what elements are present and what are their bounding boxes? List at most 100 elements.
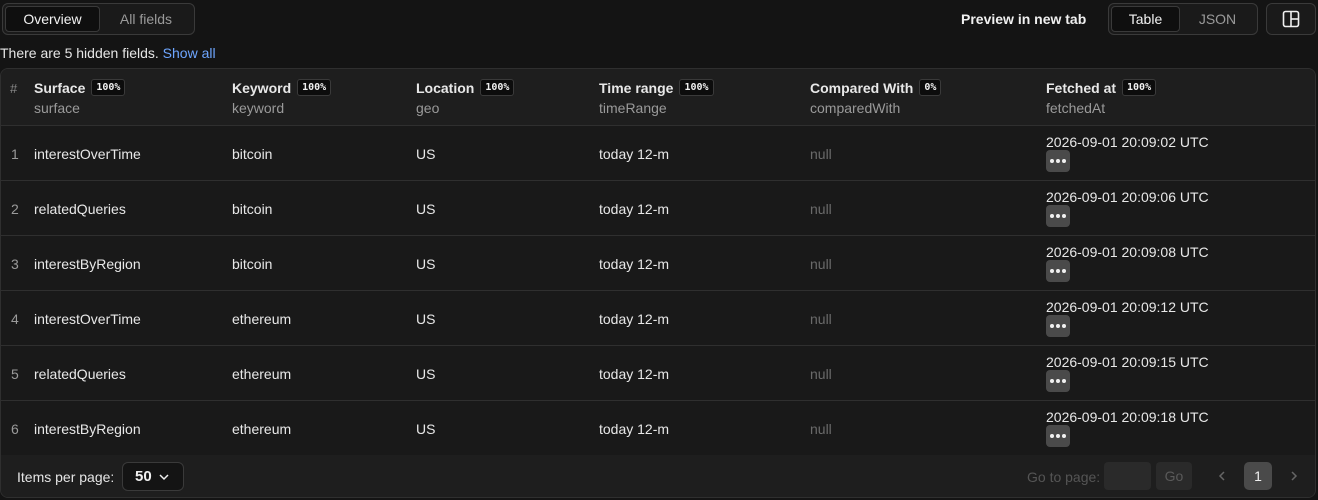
fill-badge: 100% — [1122, 79, 1157, 96]
more-button[interactable] — [1046, 260, 1070, 282]
location-cell: US — [416, 311, 436, 327]
row-number: 1 — [11, 146, 19, 162]
table-row[interactable]: 5 relatedQueries ethereum US today 12-m … — [1, 346, 1315, 401]
column-key: surface — [34, 100, 80, 116]
table-view-button[interactable]: Table — [1111, 6, 1180, 32]
fetched-at-cell: 2026-09-01 20:09:15 UTC — [1046, 354, 1209, 370]
table-row[interactable]: 2 relatedQueries bitcoin US today 12-m n… — [1, 181, 1315, 236]
keyword-cell: bitcoin — [232, 146, 273, 162]
preview-in-new-tab-link[interactable]: Preview in new tab — [961, 11, 1086, 27]
row-number: 6 — [11, 421, 19, 437]
column-header-compared-with[interactable]: Compared With 0% comparedWith — [810, 79, 942, 116]
location-cell: US — [416, 366, 436, 382]
table-row[interactable]: 4 interestOverTime ethereum US today 12-… — [1, 291, 1315, 346]
go-to-page-label: Go to page: — [1027, 469, 1101, 485]
chevron-right-icon — [1291, 471, 1298, 481]
chevron-down-icon — [159, 473, 169, 480]
fill-badge: 0% — [919, 79, 942, 96]
fetched-at-cell: 2026-09-01 20:09:12 UTC — [1046, 299, 1209, 315]
more-button[interactable] — [1046, 205, 1070, 227]
table-footer: Items per page: 50 Go to page: Go 1 — [1, 455, 1315, 497]
column-title: Time range — [599, 79, 674, 96]
hidden-fields-note: There are 5 hidden fields. Show all — [0, 45, 216, 61]
time-range-cell: today 12-m — [599, 311, 670, 327]
location-cell: US — [416, 146, 436, 162]
keyword-cell: ethereum — [232, 366, 292, 382]
fill-badge: 100% — [297, 79, 332, 96]
surface-cell: interestOverTime — [34, 146, 141, 162]
keyword-cell: ethereum — [232, 421, 292, 437]
more-horizontal-icon — [1050, 324, 1066, 328]
compared-with-cell: null — [810, 256, 832, 272]
results-table: # Surface 100% surface Keyword 100% keywor… — [0, 68, 1316, 498]
surface-cell: relatedQueries — [34, 366, 126, 382]
fetched-at-cell: 2026-09-01 20:09:18 UTC — [1046, 409, 1209, 425]
more-button[interactable] — [1046, 370, 1070, 392]
time-range-cell: today 12-m — [599, 256, 670, 272]
items-per-page-select[interactable]: 50 — [122, 462, 184, 491]
view-tabs: Overview All fields — [2, 3, 195, 35]
column-title: Compared With — [810, 79, 914, 96]
show-all-link[interactable]: Show all — [163, 45, 216, 61]
time-range-cell: today 12-m — [599, 366, 670, 382]
surface-cell: relatedQueries — [34, 201, 126, 217]
compared-with-cell: null — [810, 311, 832, 327]
items-per-page-label: Items per page: — [17, 469, 115, 485]
go-to-page-input[interactable] — [1104, 462, 1151, 490]
items-per-page-value: 50 — [135, 468, 152, 485]
fetched-at-cell: 2026-09-01 20:09:02 UTC — [1046, 134, 1209, 150]
column-header-time-range[interactable]: Time range 100% timeRange — [599, 79, 714, 116]
location-cell: US — [416, 201, 436, 217]
location-cell: US — [416, 421, 436, 437]
keyword-cell: bitcoin — [232, 201, 273, 217]
column-key: fetchedAt — [1046, 100, 1106, 116]
compared-with-cell: null — [810, 421, 832, 437]
more-button[interactable] — [1046, 315, 1070, 337]
row-number-header: # — [10, 81, 18, 96]
keyword-cell: ethereum — [232, 311, 292, 327]
table-row[interactable]: 6 interestByRegion ethereum US today 12-… — [1, 401, 1315, 456]
more-button[interactable] — [1046, 425, 1070, 447]
fetched-at-cell: 2026-09-01 20:09:06 UTC — [1046, 189, 1209, 205]
toolbar: Overview All fields Preview in new tab T… — [0, 0, 1318, 40]
table-row[interactable]: 1 interestOverTime bitcoin US today 12-m… — [1, 126, 1315, 181]
compared-with-cell: null — [810, 201, 832, 217]
time-range-cell: today 12-m — [599, 421, 670, 437]
column-key: geo — [416, 100, 440, 116]
tab-all-fields[interactable]: All fields — [100, 6, 192, 32]
row-number: 4 — [11, 311, 19, 327]
json-view-button[interactable]: JSON — [1180, 6, 1255, 32]
table-header: # Surface 100% surface Keyword 100% keywor… — [1, 69, 1315, 126]
column-header-location[interactable]: Location 100% geo — [416, 79, 515, 116]
chevron-left-icon — [1218, 471, 1225, 481]
surface-cell: interestByRegion — [34, 256, 141, 272]
more-button[interactable] — [1046, 150, 1070, 172]
next-page-button[interactable] — [1284, 465, 1304, 487]
more-horizontal-icon — [1050, 379, 1066, 383]
more-horizontal-icon — [1050, 159, 1066, 163]
column-key: timeRange — [599, 100, 667, 116]
fill-badge: 100% — [480, 79, 515, 96]
column-key: keyword — [232, 100, 285, 116]
column-title: Keyword — [232, 79, 292, 96]
location-cell: US — [416, 256, 436, 272]
table-row[interactable]: 3 interestByRegion bitcoin US today 12-m… — [1, 236, 1315, 291]
layout-toggle-button[interactable] — [1266, 3, 1316, 35]
surface-cell: interestByRegion — [34, 421, 141, 437]
tab-overview[interactable]: Overview — [5, 6, 100, 32]
format-toggle: Table JSON — [1108, 3, 1258, 35]
prev-page-button[interactable] — [1212, 465, 1232, 487]
column-header-fetched-at[interactable]: Fetched at 100% fetchedAt — [1046, 79, 1157, 116]
more-horizontal-icon — [1050, 269, 1066, 273]
layout-panels-icon — [1282, 10, 1300, 28]
column-key: comparedWith — [810, 100, 901, 116]
row-number: 3 — [11, 256, 19, 272]
go-button[interactable]: Go — [1156, 462, 1192, 490]
fill-badge: 100% — [91, 79, 126, 96]
hidden-fields-text: There are 5 hidden fields. — [0, 45, 159, 61]
compared-with-cell: null — [810, 146, 832, 162]
more-horizontal-icon — [1050, 214, 1066, 218]
page-number-button[interactable]: 1 — [1244, 462, 1272, 490]
column-header-surface[interactable]: Surface 100% surface — [34, 79, 126, 116]
column-header-keyword[interactable]: Keyword 100% keyword — [232, 79, 332, 116]
